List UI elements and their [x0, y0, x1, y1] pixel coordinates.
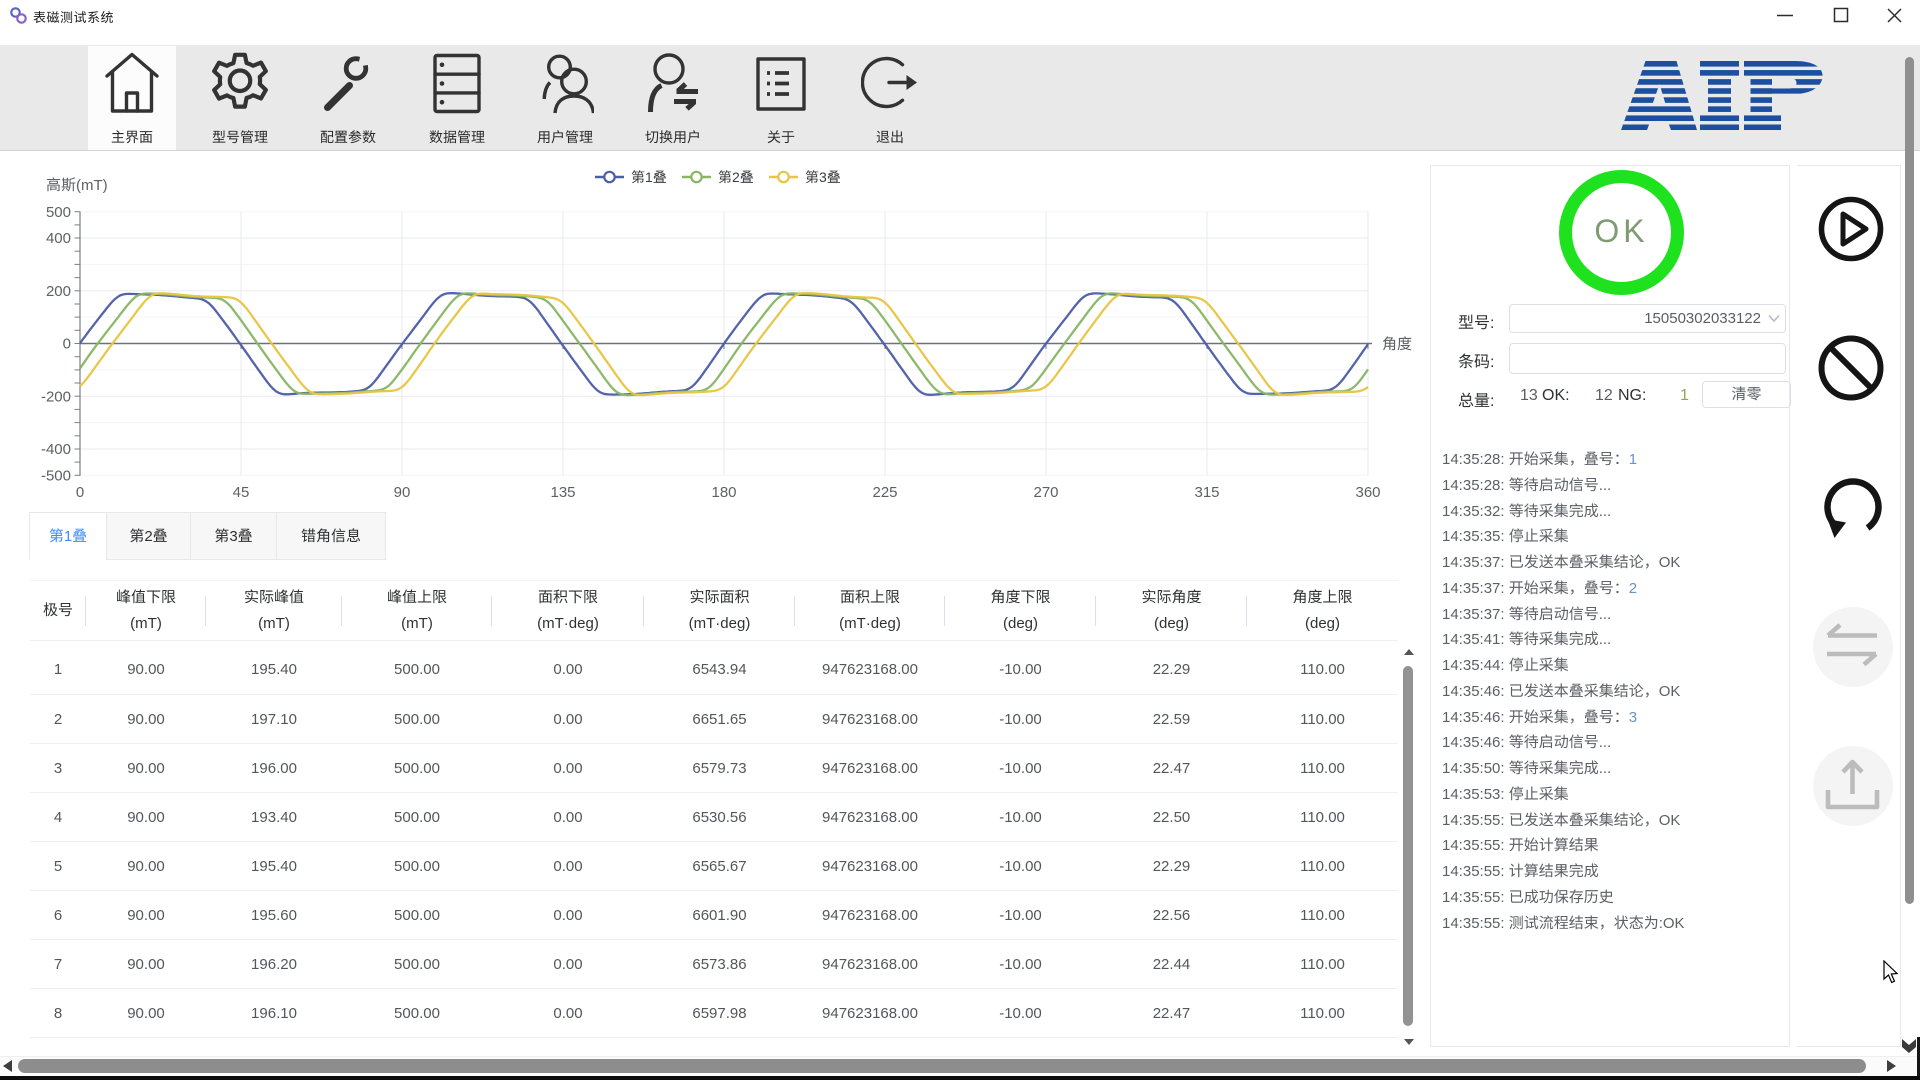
- svg-text:第1叠: 第1叠: [631, 169, 667, 185]
- svg-text:180: 180: [711, 484, 736, 501]
- svg-text:高斯(mT): 高斯(mT): [46, 177, 108, 194]
- svg-text:90: 90: [394, 484, 411, 501]
- svg-text:200: 200: [46, 283, 71, 300]
- svg-text:135: 135: [550, 484, 575, 501]
- svg-text:第3叠: 第3叠: [805, 169, 841, 185]
- svg-text:-200: -200: [41, 388, 71, 405]
- svg-text:-500: -500: [41, 468, 71, 485]
- svg-text:0: 0: [63, 336, 71, 353]
- svg-text:45: 45: [233, 484, 250, 501]
- svg-text:角度: 角度: [1382, 336, 1412, 353]
- svg-text:360: 360: [1355, 484, 1380, 501]
- svg-text:-400: -400: [41, 441, 71, 458]
- svg-text:400: 400: [46, 230, 71, 247]
- svg-text:第2叠: 第2叠: [718, 169, 754, 185]
- svg-text:500: 500: [46, 204, 71, 221]
- svg-text:225: 225: [872, 484, 897, 501]
- svg-text:0: 0: [76, 484, 84, 501]
- svg-text:270: 270: [1033, 484, 1058, 501]
- svg-text:315: 315: [1194, 484, 1219, 501]
